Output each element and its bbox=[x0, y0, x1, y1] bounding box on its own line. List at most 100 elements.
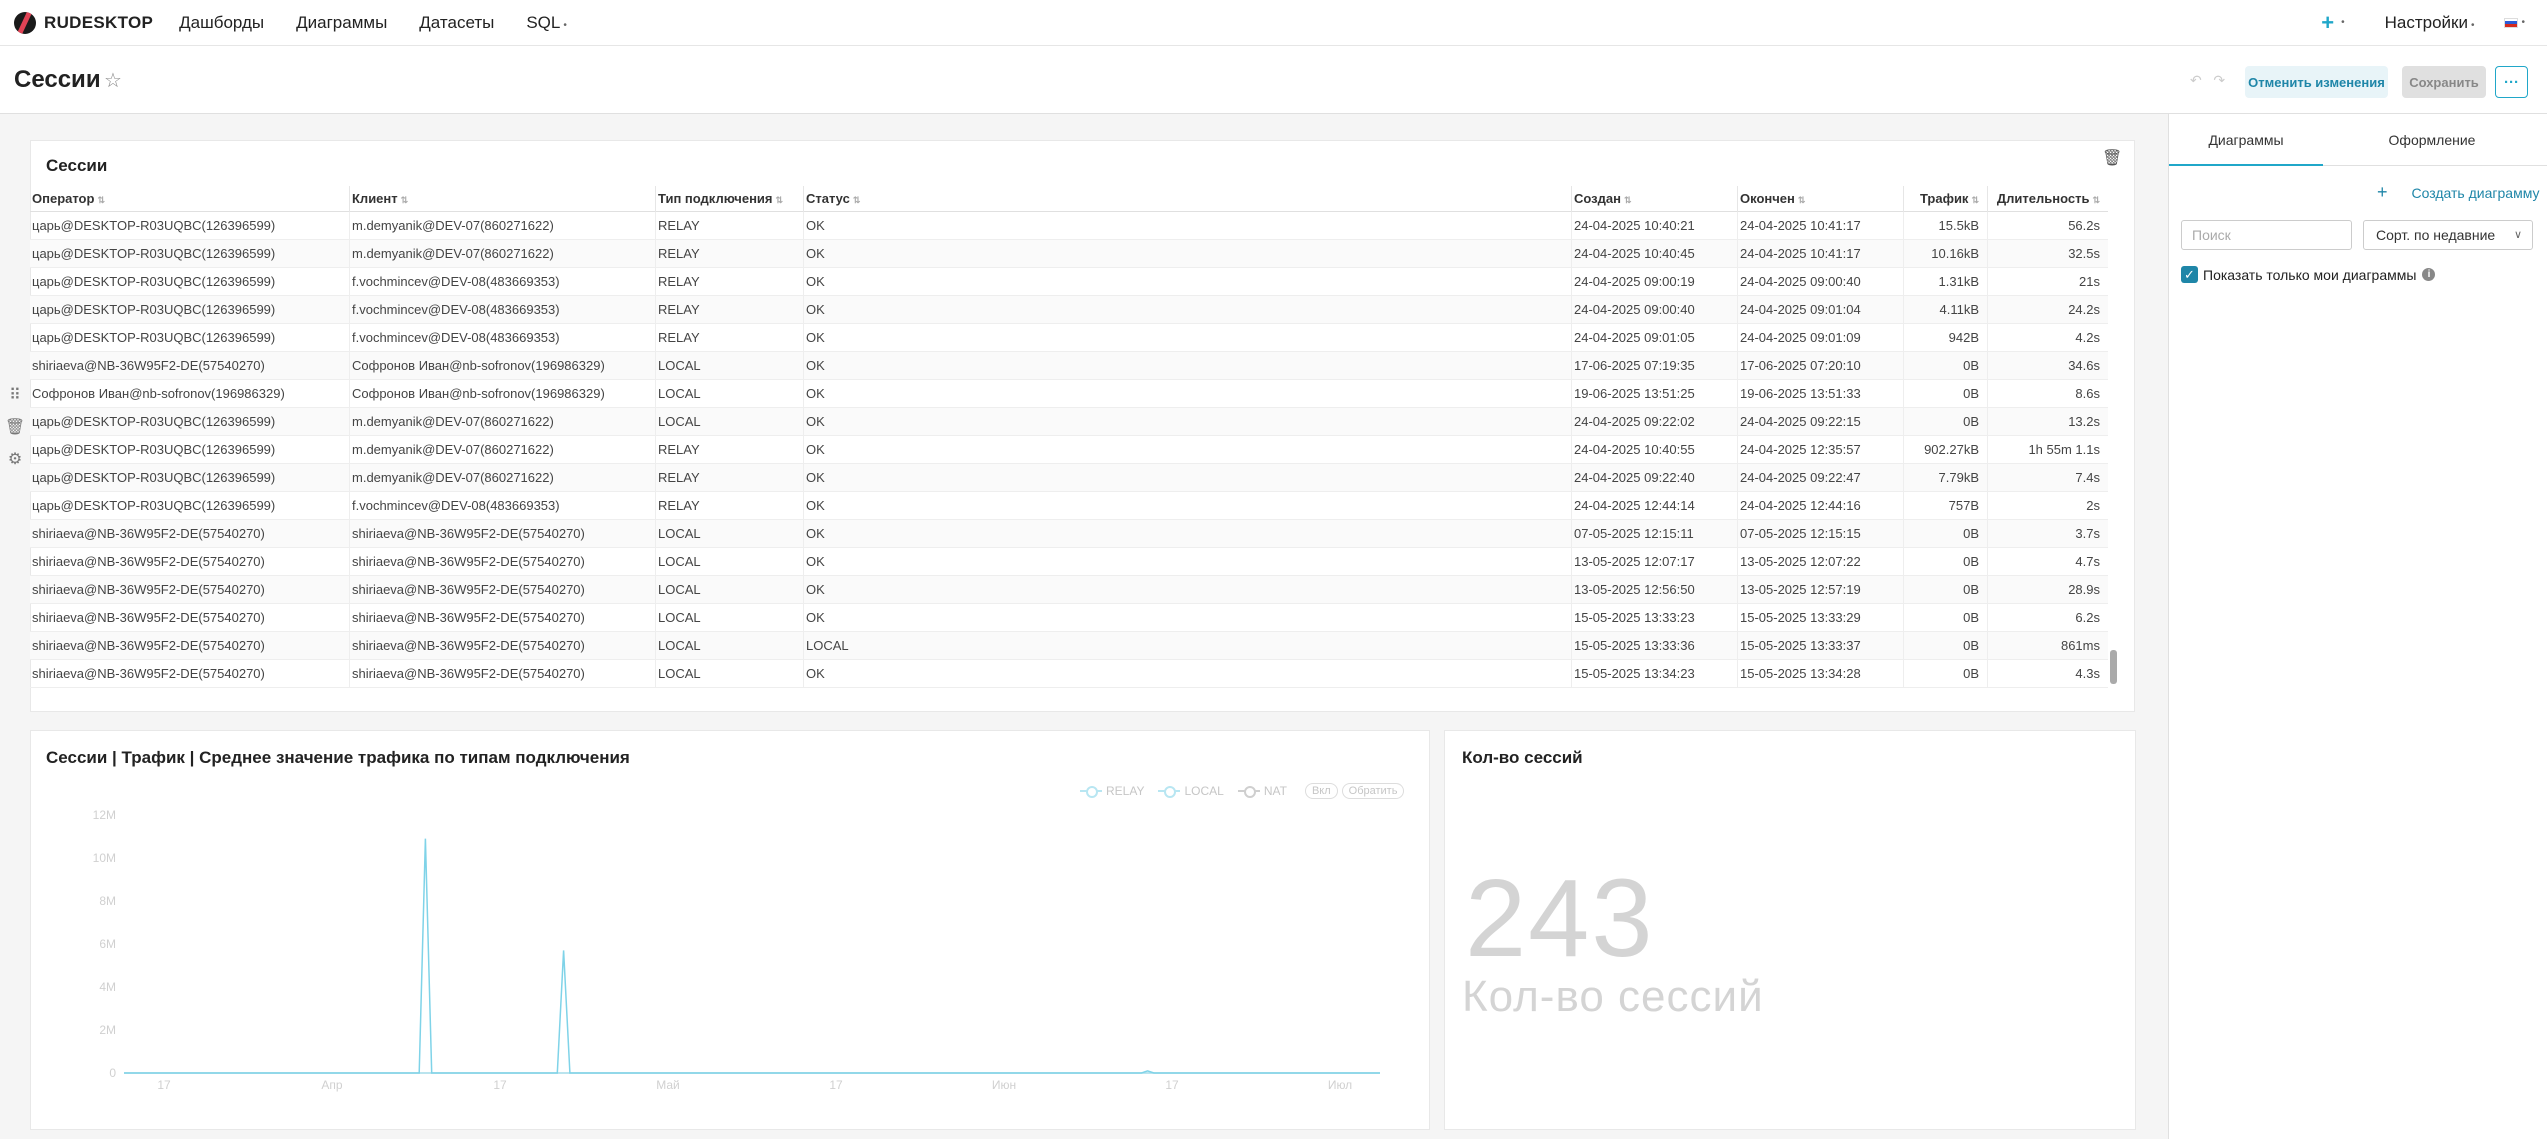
legend-item-local[interactable]: LOCAL bbox=[1158, 784, 1224, 798]
top-navbar: RUDESKTOP Дашборды Диаграммы Датасеты SQ… bbox=[0, 0, 2547, 46]
sort-icon: ⇅ bbox=[2092, 195, 2100, 205]
column-header-connection-type[interactable]: Тип подключения ⇅ bbox=[656, 186, 804, 212]
tab-styling[interactable]: Оформление bbox=[2355, 114, 2509, 166]
table-row[interactable]: shiriaeva@NB-36W95F2-DE(57540270) shiriae… bbox=[30, 604, 2108, 632]
cell-traffic: 4.11kB bbox=[1904, 296, 1988, 324]
legend-item-relay[interactable]: RELAY bbox=[1080, 784, 1144, 798]
table-row[interactable]: царь@DESKTOP-R03UQBC(126396599) f.vochmin… bbox=[30, 296, 2108, 324]
table-row[interactable]: shiriaeva@NB-36W95F2-DE(57540270) shiriae… bbox=[30, 660, 2108, 688]
cell-finished: 24-04-2025 12:44:16 bbox=[1738, 492, 1904, 520]
table-row[interactable]: царь@DESKTOP-R03UQBC(126396599) m.demyani… bbox=[30, 436, 2108, 464]
y-tick-label: 4M bbox=[99, 980, 116, 994]
legend-item-nat[interactable]: NAT bbox=[1237, 784, 1287, 798]
table-row[interactable]: shiriaeva@NB-36W95F2-DE(57540270) shiriae… bbox=[30, 548, 2108, 576]
cell-duration: 3.7s bbox=[2075, 526, 2100, 541]
table-scrollbar[interactable] bbox=[2110, 212, 2118, 698]
nav-item-datasets[interactable]: Датасеты bbox=[419, 13, 494, 33]
cell-operator: царь@DESKTOP-R03UQBC(126396599) bbox=[30, 212, 350, 240]
sort-select[interactable]: Сорт. по недавние ∨ bbox=[2363, 220, 2533, 250]
x-tick-label: 17 bbox=[157, 1078, 171, 1092]
plus-icon[interactable]: + bbox=[2321, 10, 2334, 36]
big-number-title: Кол-во сессий bbox=[1462, 748, 1583, 767]
brand-name: RUDESKTOP bbox=[44, 12, 154, 32]
cell-status: OK bbox=[804, 576, 1572, 604]
legend-invert[interactable]: Обратить bbox=[1341, 783, 1405, 799]
trash-icon[interactable]: 🗑 bbox=[4, 417, 26, 449]
series-line-relay bbox=[124, 838, 1380, 1074]
table-row[interactable]: shiriaeva@NB-36W95F2-DE(57540270) shiriae… bbox=[30, 576, 2108, 604]
settings-menu[interactable]: Настройки • bbox=[2385, 13, 2475, 33]
cell-finished: 15-05-2025 13:33:37 bbox=[1738, 632, 1904, 660]
nav-item-dashboards[interactable]: Дашборды bbox=[179, 13, 264, 33]
only-my-charts-row: ✓ Показать только мои диаграммы i bbox=[2181, 266, 2436, 283]
cell-client: m.demyanik@DEV-07(860271622) bbox=[350, 436, 656, 464]
nav-item-charts[interactable]: Диаграммы bbox=[296, 13, 387, 33]
cell-created: 13-05-2025 12:56:50 bbox=[1572, 576, 1738, 604]
cell-operator: царь@DESKTOP-R03UQBC(126396599) bbox=[30, 436, 350, 464]
cell-finished: 07-05-2025 12:15:15 bbox=[1738, 520, 1904, 548]
cell-connection-type: RELAY bbox=[656, 464, 804, 492]
undo-icon[interactable]: ↶ bbox=[2190, 72, 2202, 88]
settings-label: Настройки bbox=[2384, 12, 2468, 32]
cell-connection-type: RELAY bbox=[656, 296, 804, 324]
cell-operator: shiriaeva@NB-36W95F2-DE(57540270) bbox=[30, 576, 350, 604]
table-row[interactable]: shiriaeva@NB-36W95F2-DE(57540270) shiriae… bbox=[30, 520, 2108, 548]
table-row[interactable]: царь@DESKTOP-R03UQBC(126396599) f.vochmin… bbox=[30, 492, 2108, 520]
table-row[interactable]: shiriaeva@NB-36W95F2-DE(57540270) shiriae… bbox=[30, 632, 2108, 660]
cell-created: 24-04-2025 09:00:40 bbox=[1572, 296, 1738, 324]
legend-toggle-all[interactable]: Вкл bbox=[1304, 783, 1338, 799]
scrollbar-thumb[interactable] bbox=[2110, 650, 2117, 684]
column-header-traffic[interactable]: Трафик ⇅ bbox=[1904, 186, 1988, 212]
table-row[interactable]: Софронов Иван@nb-sofronov(196986329) Софр… bbox=[30, 380, 2108, 408]
column-header-created[interactable]: Создан ⇅ bbox=[1572, 186, 1738, 212]
table-row[interactable]: царь@DESKTOP-R03UQBC(126396599) m.demyani… bbox=[30, 212, 2108, 240]
cell-duration: 56.2s bbox=[2068, 218, 2100, 233]
page-title: Сессии bbox=[14, 66, 101, 93]
cell-client: m.demyanik@DEV-07(860271622) bbox=[350, 212, 656, 240]
cell-duration: 6.2s bbox=[2075, 610, 2100, 625]
cell-created: 24-04-2025 10:40:45 bbox=[1572, 240, 1738, 268]
cell-created: 24-04-2025 09:01:05 bbox=[1572, 324, 1738, 352]
info-icon[interactable]: i bbox=[2422, 268, 2436, 281]
search-input[interactable]: Поиск bbox=[2181, 220, 2352, 250]
cell-client: shiriaeva@NB-36W95F2-DE(57540270) bbox=[350, 576, 656, 604]
cell-operator: царь@DESKTOP-R03UQBC(126396599) bbox=[30, 240, 350, 268]
cell-duration: 21s bbox=[2079, 274, 2100, 289]
column-header-client[interactable]: Клиент ⇅ bbox=[350, 186, 656, 212]
table-row[interactable]: царь@DESKTOP-R03UQBC(126396599) m.demyani… bbox=[30, 408, 2108, 436]
chevron-down-icon: • bbox=[2341, 17, 2345, 28]
column-header-finished[interactable]: Окончен ⇅ bbox=[1738, 186, 1904, 212]
column-header-operator[interactable]: Оператор ⇅ bbox=[30, 186, 350, 212]
cell-status: OK bbox=[804, 492, 1572, 520]
redo-icon[interactable]: ↷ bbox=[2213, 72, 2225, 88]
gear-icon[interactable]: ⚙ bbox=[4, 449, 26, 481]
star-icon[interactable]: ☆ bbox=[104, 68, 122, 93]
cell-connection-type: LOCAL bbox=[656, 576, 804, 604]
create-chart-button[interactable]: + Создать диаграмму bbox=[2377, 182, 2539, 203]
table-row[interactable]: царь@DESKTOP-R03UQBC(126396599) m.demyani… bbox=[30, 240, 2108, 268]
column-header-duration[interactable]: Длительность ⇅ bbox=[1988, 186, 2108, 212]
brand-logo[interactable]: RUDESKTOP bbox=[14, 11, 154, 34]
drag-handle-icon[interactable]: ⠿ bbox=[4, 385, 26, 417]
cell-status: OK bbox=[804, 352, 1572, 380]
cell-status: OK bbox=[804, 548, 1572, 576]
cell-status: OK bbox=[804, 520, 1572, 548]
more-options-button[interactable]: ··· bbox=[2495, 66, 2528, 98]
discard-changes-button[interactable]: Отменить изменения bbox=[2245, 66, 2388, 98]
logo-icon bbox=[14, 11, 36, 34]
table-row[interactable]: царь@DESKTOP-R03UQBC(126396599) f.vochmin… bbox=[30, 324, 2108, 352]
cell-connection-type: LOCAL bbox=[656, 520, 804, 548]
delete-chart-icon[interactable]: 🗑 bbox=[2102, 148, 2122, 168]
table-row[interactable]: царь@DESKTOP-R03UQBC(126396599) m.demyani… bbox=[30, 464, 2108, 492]
language-flag-icon[interactable] bbox=[2504, 17, 2519, 28]
table-row[interactable]: царь@DESKTOP-R03UQBC(126396599) f.vochmin… bbox=[30, 268, 2108, 296]
cell-traffic: 0B bbox=[1904, 408, 1988, 436]
save-button[interactable]: Сохранить bbox=[2402, 66, 2486, 98]
nav-item-sql[interactable]: SQL • bbox=[526, 13, 567, 33]
tab-charts[interactable]: Диаграммы bbox=[2169, 114, 2323, 166]
table-row[interactable]: shiriaeva@NB-36W95F2-DE(57540270) Софроно… bbox=[30, 352, 2108, 380]
nav-item-sql-label: SQL bbox=[526, 12, 561, 32]
only-my-charts-checkbox[interactable]: ✓ bbox=[2181, 266, 2198, 283]
checkbox-label: Показать только мои диаграммы bbox=[2203, 266, 2417, 283]
column-header-status[interactable]: Статус ⇅ bbox=[804, 186, 1572, 212]
